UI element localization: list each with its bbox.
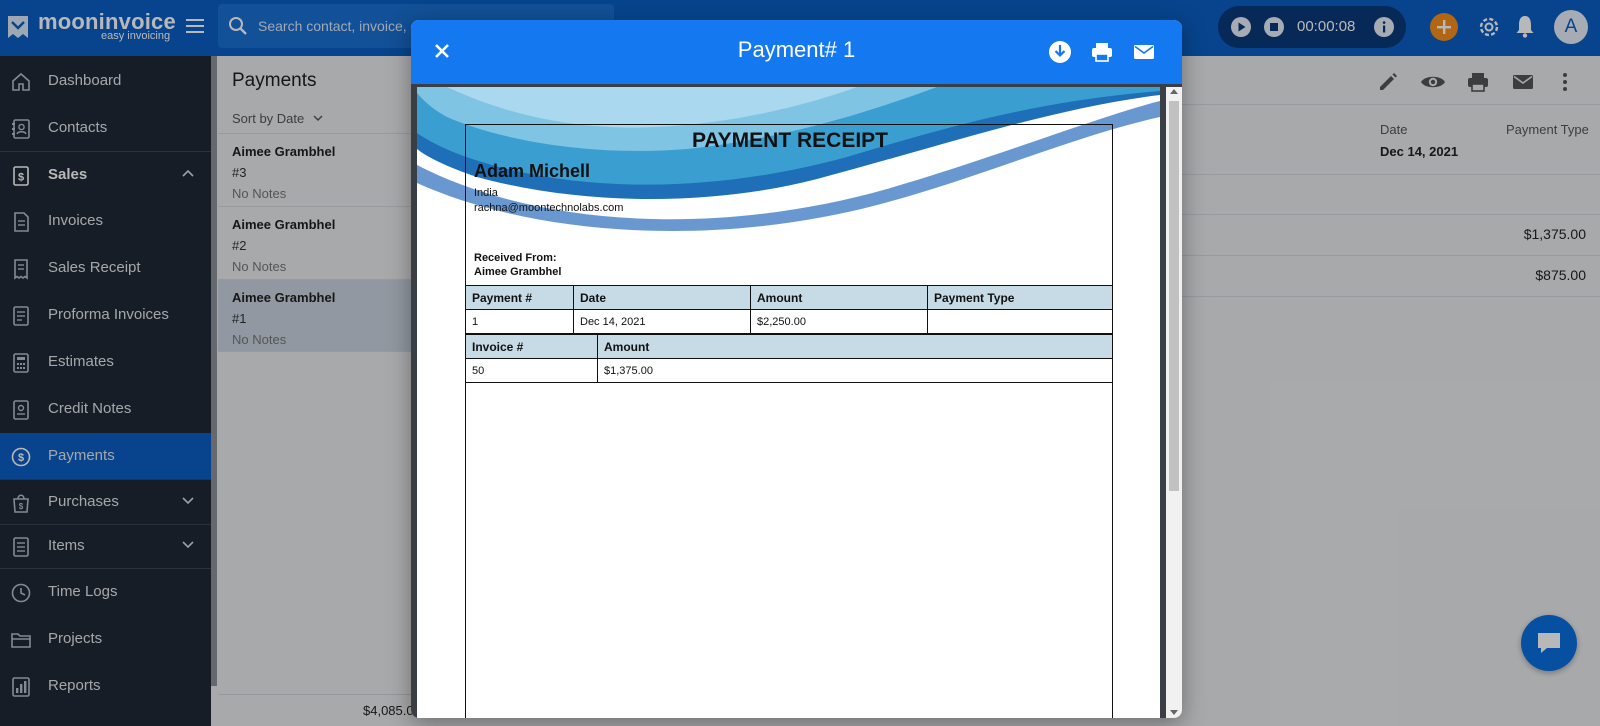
download-icon[interactable] <box>1048 40 1072 64</box>
table-cell: 1 <box>465 309 574 334</box>
company-country: India <box>474 187 498 199</box>
table-cell: $1,375.00 <box>597 358 1113 383</box>
table-row: 50 $1,375.00 <box>465 358 1113 383</box>
scroll-up-arrow[interactable] <box>1170 89 1178 94</box>
invoice-table: Invoice # Amount 50 $1,375.00 <box>465 334 1113 383</box>
received-from-label: Received From: <box>474 252 557 264</box>
receipt-title: PAYMENT RECEIPT <box>691 129 889 152</box>
payment-table: Payment # Date Amount Payment Type 1 Dec… <box>465 285 1113 334</box>
pdf-viewer[interactable]: PAYMENT RECEIPT Adam Michell India rachn… <box>411 84 1182 718</box>
received-from-name: Aimee Grambhel <box>474 266 562 278</box>
table-header: Amount <box>750 285 928 310</box>
table-header: Payment # <box>465 285 574 310</box>
print-icon[interactable] <box>1090 40 1114 64</box>
company-email: rachna@moontechnolabs.com <box>474 202 624 214</box>
payment-preview-modal: Payment# 1 PAYMENT RECEIPT Adam Michell … <box>411 20 1182 718</box>
email-icon[interactable] <box>1132 40 1156 64</box>
table-row: 1 Dec 14, 2021 $2,250.00 <box>465 309 1113 334</box>
table-header: Amount <box>597 334 1113 359</box>
scroll-thumb[interactable] <box>1169 101 1179 491</box>
invoice-table-header-row: Invoice # Amount <box>465 334 1113 359</box>
table-cell: $2,250.00 <box>750 309 928 334</box>
payment-table-header-row: Payment # Date Amount Payment Type <box>465 285 1113 310</box>
table-cell: 50 <box>465 358 598 383</box>
table-header: Invoice # <box>465 334 598 359</box>
table-cell <box>927 309 1113 334</box>
company-name: Adam Michell <box>474 161 591 181</box>
table-header: Date <box>573 285 751 310</box>
table-cell: Dec 14, 2021 <box>573 309 751 334</box>
modal-header: Payment# 1 <box>411 20 1182 84</box>
scroll-down-arrow[interactable] <box>1170 710 1178 715</box>
receipt-frame: PAYMENT RECEIPT Adam Michell India rachn… <box>465 124 1113 718</box>
viewer-scrollbar[interactable] <box>1166 87 1182 718</box>
receipt-page: PAYMENT RECEIPT Adam Michell India rachn… <box>417 87 1160 718</box>
table-header: Payment Type <box>927 285 1113 310</box>
